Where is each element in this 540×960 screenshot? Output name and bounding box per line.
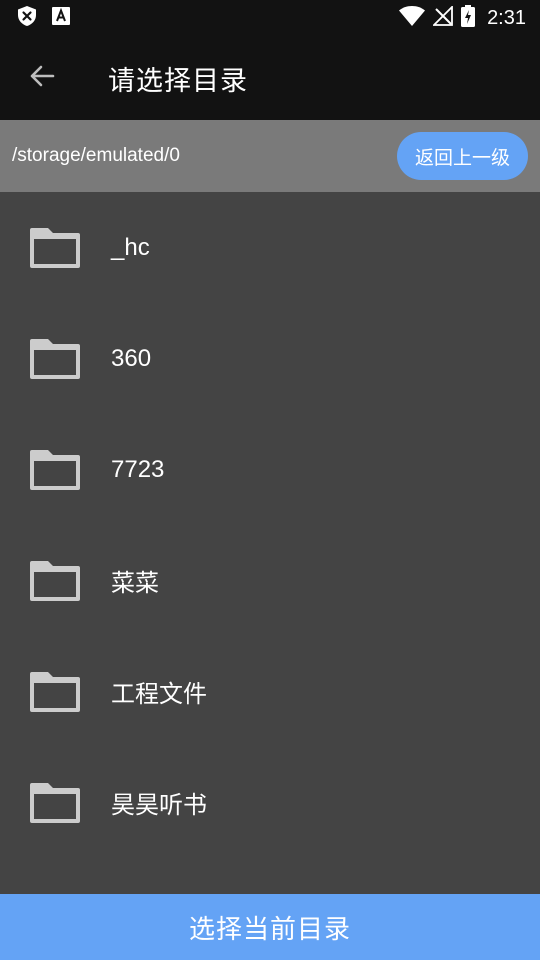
status-time: 2:31 xyxy=(487,6,526,29)
page-title: 请选择目录 xyxy=(108,65,248,97)
list-item[interactable]: 菜菜 xyxy=(0,525,540,636)
screen: 2:31 请选择目录 /storage/emulated/0 返回上一级 _hc xyxy=(0,0,540,960)
status-bar: 2:31 xyxy=(0,0,540,36)
back-button[interactable] xyxy=(14,50,70,106)
shield-x-icon xyxy=(18,6,36,30)
no-sim-icon xyxy=(431,4,453,30)
folder-icon xyxy=(28,558,84,604)
path-bar: /storage/emulated/0 返回上一级 xyxy=(0,120,540,192)
select-current-directory-button[interactable]: 选择当前目录 xyxy=(0,894,540,960)
folder-name: _hc xyxy=(111,233,150,261)
folder-icon xyxy=(28,225,84,271)
folder-name: 菜菜 xyxy=(111,570,159,597)
folder-list[interactable]: _hc 360 7723 菜菜 工程文件 昊昊听书 xyxy=(0,192,540,894)
folder-icon xyxy=(28,336,84,382)
folder-icon xyxy=(28,780,84,826)
folder-name: 7723 xyxy=(111,455,165,483)
current-path: /storage/emulated/0 xyxy=(12,145,180,166)
list-item[interactable]: 360 xyxy=(0,303,540,414)
folder-name: 工程文件 xyxy=(111,681,207,708)
app-bar: 请选择目录 xyxy=(0,36,540,120)
font-a-icon xyxy=(52,7,70,29)
battery-charging-icon xyxy=(461,5,476,31)
list-item[interactable]: 7723 xyxy=(0,414,540,525)
list-item[interactable] xyxy=(0,858,540,894)
wifi-icon xyxy=(399,5,426,30)
list-item[interactable]: 工程文件 xyxy=(0,636,540,747)
folder-name: 昊昊听书 xyxy=(111,792,207,819)
list-item[interactable]: _hc xyxy=(0,192,540,303)
folder-icon xyxy=(28,447,84,493)
go-up-button[interactable]: 返回上一级 xyxy=(396,132,528,180)
status-right: 2:31 xyxy=(399,4,526,31)
status-left xyxy=(18,6,70,30)
arrow-left-icon xyxy=(29,63,55,93)
folder-icon xyxy=(28,669,84,715)
list-item[interactable]: 昊昊听书 xyxy=(0,747,540,858)
folder-name: 360 xyxy=(111,344,152,372)
